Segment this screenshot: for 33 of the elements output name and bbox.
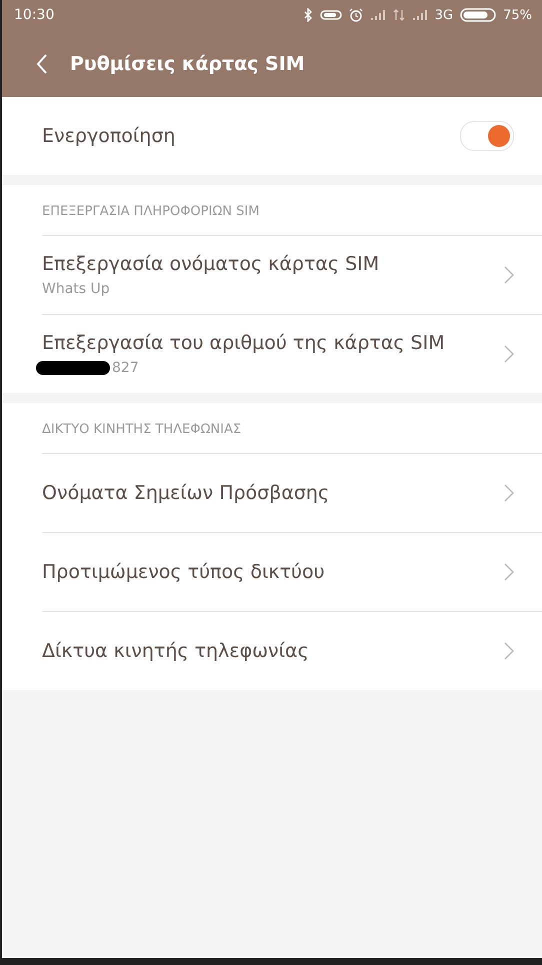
chevron-right-icon — [504, 642, 514, 660]
row-title: Προτιμώμενος τύπος δικτύου — [42, 561, 325, 583]
status-time: 10:30 — [14, 7, 54, 23]
signal-icon — [412, 9, 428, 21]
section-header: ΔΙΚΤΥΟ ΚΙΝΗΤΗΣ ΤΗΛΕΦΩΝΙΑΣ — [41, 421, 242, 439]
bluetooth-icon — [302, 8, 313, 22]
chevron-right-icon — [504, 484, 514, 502]
settings-row[interactable]: Ονόματα Σημείων Πρόσβασης — [42, 453, 542, 532]
screen-title: Ρυθμίσεις κάρτας SIM — [70, 52, 305, 74]
settings-row[interactable]: Επεξεργασία ονόματος κάρτας SIM Whats Up — [42, 235, 542, 314]
row-subtitle: 827 — [112, 360, 139, 376]
alarm-icon — [348, 8, 363, 22]
settings-row[interactable]: Ενεργοποίηση — [42, 97, 542, 175]
signal-icon — [370, 9, 386, 21]
row-title: Επεξεργασία ονόματος κάρτας SIM — [42, 253, 380, 275]
settings-row[interactable]: Προτιμώμενος τύπος δικτύου — [42, 532, 542, 611]
network-type: 3G — [434, 8, 454, 22]
row-title: Ενεργοποίηση — [42, 125, 176, 147]
battery-icon — [460, 8, 496, 22]
data-arrows-icon — [392, 9, 405, 21]
row-title: Δίκτυα κινητής τηλεφωνίας — [42, 640, 309, 662]
section-header: ΕΠΕΞΕΡΓΑΣΙΑ ΠΛΗΡΟΦΟΡΙΩΝ SIM — [41, 203, 260, 221]
chevron-right-icon — [504, 345, 514, 363]
settings-row[interactable]: Δίκτυα κινητής τηλεφωνίας — [42, 611, 542, 690]
chevron-right-icon — [504, 563, 514, 581]
row-title: Επεξεργασία του αριθμού της κάρτας SIM — [42, 332, 445, 354]
battery-percentage: 75% — [503, 8, 532, 22]
row-subtitle: Whats Up — [42, 281, 110, 297]
toggle-switch[interactable] — [460, 121, 514, 151]
settings-row[interactable]: Επεξεργασία του αριθμού της κάρτας SIM 827 — [42, 314, 542, 393]
back-icon — [36, 54, 48, 74]
chevron-right-icon — [504, 266, 514, 284]
row-title: Ονόματα Σημείων Πρόσβασης — [42, 482, 330, 504]
